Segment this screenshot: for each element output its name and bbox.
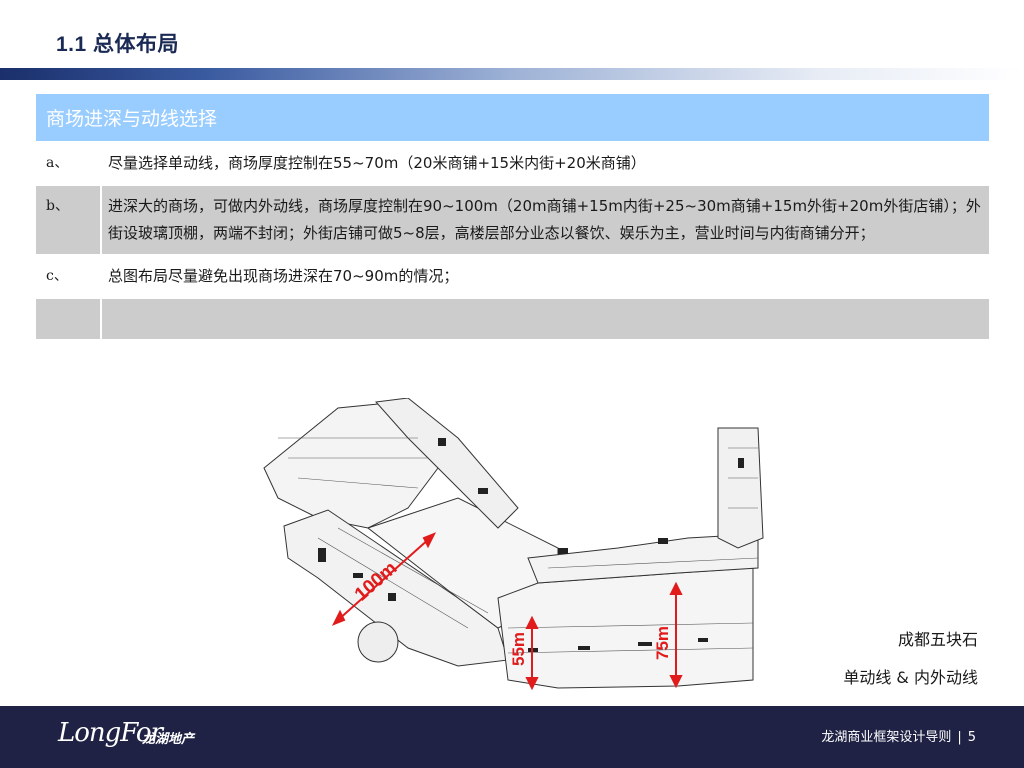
row-key: c、 (36, 254, 102, 298)
footer-bar: LongFor 龙湖地产 龙湖商业框架设计导则 | 5 (0, 706, 1024, 768)
row-key: a、 (36, 141, 102, 185)
page-separator: | (957, 730, 962, 745)
title-underline-bar (0, 68, 1024, 80)
row-key: b、 (36, 184, 102, 255)
table-row: a、 尽量选择单动线，商场厚度控制在55~70m（20米商铺+15米内街+20米… (36, 141, 989, 185)
row-text (101, 297, 989, 339)
plan-caption-circulation: 单动线 & 内外动线 (843, 668, 978, 687)
content-table: 商场进深与动线选择 a、 尽量选择单动线，商场厚度控制在55~70m（20米商铺… (36, 94, 989, 339)
floor-plan-drawing: 100m 55m 75m (263, 398, 764, 690)
plan-block (717, 427, 764, 549)
row-text: 总图布局尽量避免出现商场进深在70~90m的情况； (101, 254, 989, 298)
dimension-label: 75m (653, 626, 672, 660)
page-title: 1.1 总体布局 (56, 33, 180, 56)
table-row (36, 297, 989, 339)
table-heading: 商场进深与动线选择 (46, 108, 218, 130)
dimension-label: 55m (509, 632, 528, 666)
row-key (36, 297, 102, 339)
table-row: b、 进深大的商场，可做内外动线，商场厚度控制在90~100m（20m商铺+15… (36, 184, 989, 255)
row-text: 进深大的商场，可做内外动线，商场厚度控制在90~100m（20m商铺+15m内街… (101, 184, 989, 255)
plan-rotunda (357, 621, 399, 663)
table-header: 商场进深与动线选择 (36, 94, 989, 142)
plan-caption-location: 成都五块石 (897, 630, 978, 649)
doc-title: 龙湖商业框架设计导则 (821, 730, 952, 745)
page-number: 5 (967, 730, 976, 745)
brand-logo-cn: 龙湖地产 (142, 732, 195, 747)
footer-doc-info: 龙湖商业框架设计导则 | 5 (821, 726, 976, 745)
row-text: 尽量选择单动线，商场厚度控制在55~70m（20米商铺+15米内街+20米商铺） (101, 141, 989, 185)
table-row: c、 总图布局尽量避免出现商场进深在70~90m的情况； (36, 254, 989, 298)
